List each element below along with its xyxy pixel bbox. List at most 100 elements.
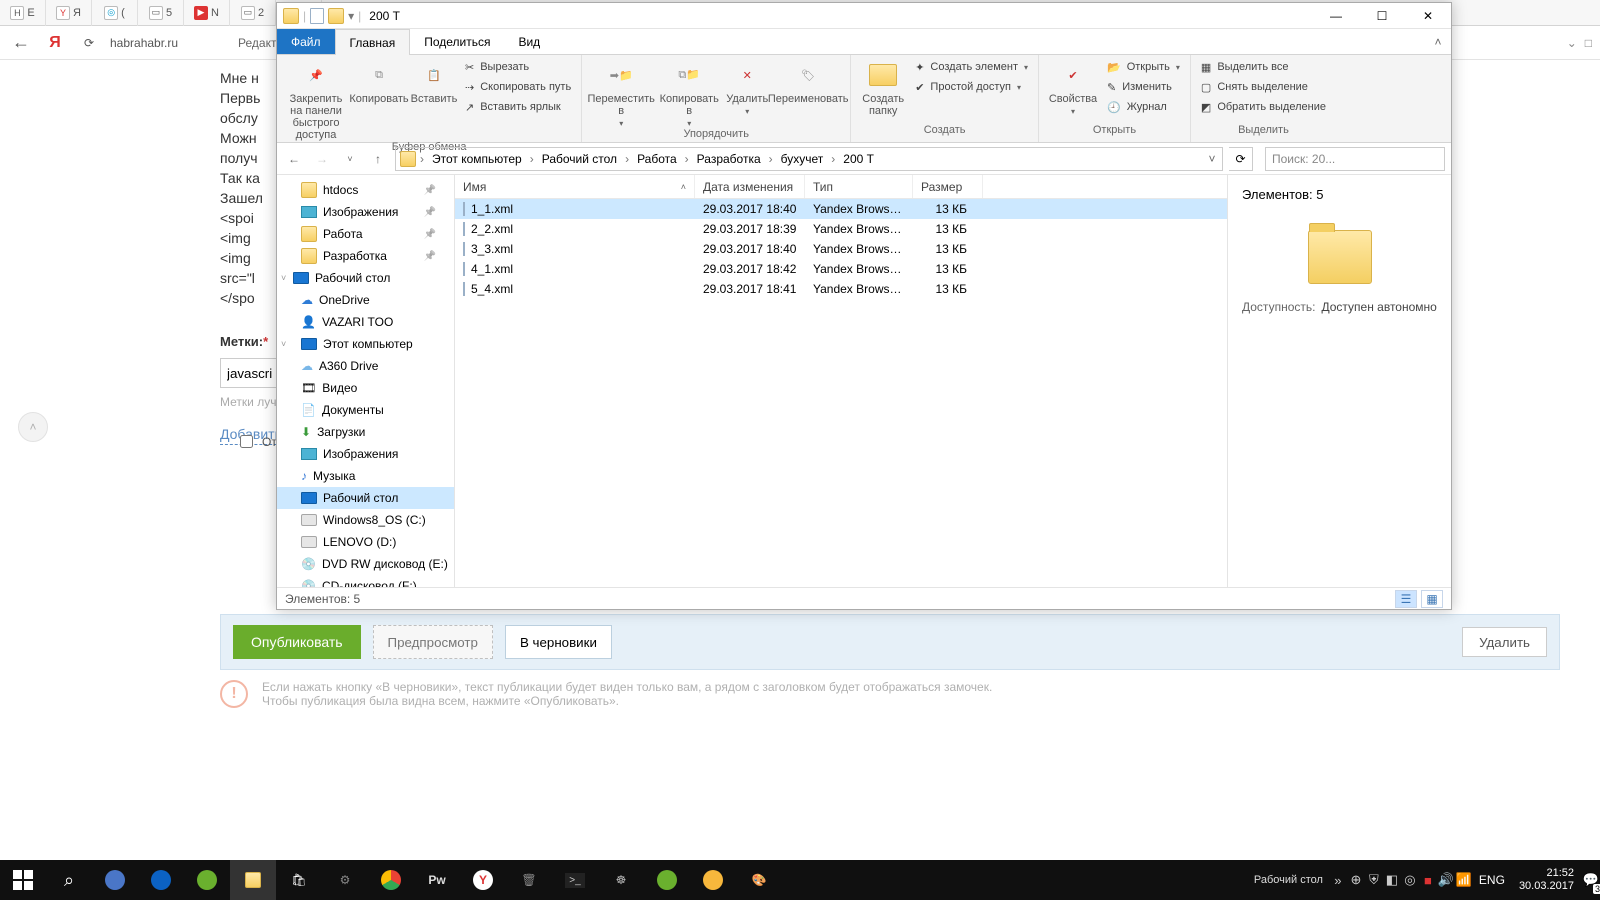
taskbar-explorer[interactable] <box>230 860 276 900</box>
taskbar-app-13[interactable] <box>690 860 736 900</box>
breadcrumb-item[interactable]: Разработка <box>693 152 765 166</box>
properties-button[interactable]: ✔Свойства▾ <box>1045 57 1101 116</box>
cut-button[interactable]: ✂Вырезать <box>461 57 575 77</box>
taskbar-app-1[interactable] <box>92 860 138 900</box>
ribbon-tab-home[interactable]: Главная <box>335 29 411 55</box>
navpane-item[interactable]: 📄Документы <box>277 399 454 421</box>
browser-tab-0[interactable]: HЕ <box>0 0 46 26</box>
search-button[interactable]: ⌕ <box>46 860 92 900</box>
delete-button[interactable]: ✕Удалить▾ <box>724 57 770 116</box>
tray-overflow-button[interactable]: » <box>1329 860 1347 900</box>
taskbar-app-5[interactable]: ⚙ <box>322 860 368 900</box>
publish-button[interactable]: Опубликовать <box>233 625 361 659</box>
taskbar-yandex[interactable]: Y <box>460 860 506 900</box>
ribbon-tab-view[interactable]: Вид <box>504 29 554 54</box>
navpane-item[interactable]: ♪Музыка <box>277 465 454 487</box>
paste-button[interactable]: 📋Вставить <box>409 57 459 105</box>
start-button[interactable] <box>0 860 46 900</box>
history-button[interactable]: 🕘Журнал <box>1103 97 1184 117</box>
tray-icon[interactable]: ⊕ <box>1347 860 1365 900</box>
copy-path-button[interactable]: ⇢Скопировать путь <box>461 77 575 97</box>
scroll-to-top-button[interactable]: ˄ <box>18 412 48 442</box>
column-name[interactable]: Имя <box>455 175 695 198</box>
taskbar-clock[interactable]: 21:52 30.03.2017 <box>1511 867 1582 893</box>
browser-back-button[interactable]: ← <box>8 30 34 56</box>
navpane-item[interactable]: Изображения <box>277 201 454 223</box>
navpane-item[interactable]: ☁A360 Drive <box>277 355 454 377</box>
navpane-item[interactable]: ☁OneDrive <box>277 289 454 311</box>
browser-tab-1[interactable]: YЯ <box>46 0 92 26</box>
nav-back-button[interactable]: ← <box>283 148 305 170</box>
ribbon-tab-file[interactable]: Файл <box>277 29 335 54</box>
preview-button[interactable]: Предпросмотр <box>373 625 493 659</box>
navpane-item[interactable]: Рабочий стол <box>277 487 454 509</box>
column-type[interactable]: Тип <box>805 175 913 198</box>
close-button[interactable]: ✕ <box>1405 3 1451 29</box>
address-text[interactable]: habrahabr.ru <box>110 36 230 50</box>
tray-icon[interactable]: ◎ <box>1401 860 1419 900</box>
search-input[interactable]: Поиск: 20... <box>1265 147 1445 171</box>
edit-button[interactable]: ✎Изменить <box>1103 77 1184 97</box>
taskbar-store[interactable]: 🛍 <box>276 860 322 900</box>
draft-button[interactable]: В черновики <box>505 625 612 659</box>
navpane-item[interactable]: ˅Рабочий стол <box>277 267 454 289</box>
notifications-button[interactable]: 💬3 <box>1582 860 1600 900</box>
select-all-button[interactable]: ▦Выделить все <box>1197 57 1330 77</box>
taskbar-app-9[interactable]: 🗑 <box>506 860 552 900</box>
navigation-pane[interactable]: htdocsИзображенияРаботаРазработка˅Рабочи… <box>277 175 455 587</box>
taskbar-label[interactable]: Рабочий стол <box>1248 874 1329 886</box>
navpane-item[interactable]: 🎞Видео <box>277 377 454 399</box>
open-button[interactable]: 📂Открыть▾ <box>1103 57 1184 77</box>
taskbar-paint[interactable]: 🎨 <box>736 860 782 900</box>
browser-tab-5[interactable]: ▭2 <box>230 0 276 26</box>
navpane-item[interactable]: LENOVO (D:) <box>277 531 454 553</box>
copy-button[interactable]: ⧉Копировать <box>351 57 407 105</box>
invert-selection-button[interactable]: ◩Обратить выделение <box>1197 97 1330 117</box>
file-row[interactable]: 1_1.xml29.03.2017 18:40Yandex Browser X.… <box>455 199 1227 219</box>
file-row[interactable]: 4_1.xml29.03.2017 18:42Yandex Browser X.… <box>455 259 1227 279</box>
reload-button[interactable]: ⟳ <box>76 30 102 56</box>
language-indicator[interactable]: ENG <box>1473 873 1511 887</box>
minimize-button[interactable]: — <box>1313 3 1359 29</box>
browser-tab-4[interactable]: ▶N <box>184 0 230 26</box>
taskbar-edge[interactable] <box>138 860 184 900</box>
breadcrumb-dropdown-icon[interactable]: ˅ <box>1202 152 1222 166</box>
new-item-button[interactable]: ✦Создать элемент▾ <box>911 57 1032 77</box>
breadcrumb-item[interactable]: Рабочий стол <box>538 152 621 166</box>
navpane-item[interactable]: ˅Этот компьютер <box>277 333 454 355</box>
taskbar-chrome[interactable] <box>368 860 414 900</box>
maximize-button[interactable]: ☐ <box>1359 3 1405 29</box>
nav-history-dropdown[interactable]: ˅ <box>339 148 361 170</box>
browser-dropdown-icon[interactable]: ⌄ <box>1567 36 1577 50</box>
select-none-button[interactable]: ▢Снять выделение <box>1197 77 1330 97</box>
breadcrumb-item[interactable]: 200 Т <box>839 152 878 166</box>
taskbar-app-3[interactable] <box>184 860 230 900</box>
tray-icon[interactable]: ■ <box>1419 860 1437 900</box>
nav-up-button[interactable]: ↑ <box>367 148 389 170</box>
navpane-item[interactable]: htdocs <box>277 179 454 201</box>
tray-wifi-icon[interactable]: 📶 <box>1455 860 1473 900</box>
ribbon-collapse-button[interactable]: ˄ <box>1425 29 1451 54</box>
taskbar-terminal[interactable]: >_ <box>552 860 598 900</box>
offtopic-checkbox[interactable] <box>240 435 253 448</box>
file-row[interactable]: 3_3.xml29.03.2017 18:40Yandex Browser X.… <box>455 239 1227 259</box>
browser-tab-2[interactable]: ◎( <box>92 0 138 26</box>
new-folder-button[interactable]: Создать папку <box>857 57 909 117</box>
paste-shortcut-button[interactable]: ↗Вставить ярлык <box>461 97 575 117</box>
browser-tab-3[interactable]: ▭5 <box>138 0 184 26</box>
qat-dropdown-icon[interactable]: ▾ <box>348 9 354 23</box>
tray-volume-icon[interactable]: 🔊 <box>1437 860 1455 900</box>
tray-defender-icon[interactable]: ⛨ <box>1365 860 1383 900</box>
navpane-item[interactable]: ⬇Загрузки <box>277 421 454 443</box>
column-date[interactable]: Дата изменения <box>695 175 805 198</box>
navpane-item[interactable]: 💿CD-дисковод (F:) <box>277 575 454 587</box>
navpane-item[interactable]: 👤VAZARI TOO <box>277 311 454 333</box>
breadcrumb-item[interactable]: Этот компьютер <box>428 152 526 166</box>
rename-button[interactable]: 🏷Переименовать <box>772 57 844 105</box>
nav-forward-button[interactable]: → <box>311 148 333 170</box>
pin-to-quick-access-button[interactable]: 📌Закрепить на панели быстрого доступа <box>283 57 349 141</box>
copy-to-button[interactable]: ⧉📁Копировать в▾ <box>656 57 722 128</box>
navpane-item[interactable]: 💿DVD RW дисковод (E:) <box>277 553 454 575</box>
delete-post-button[interactable]: Удалить <box>1462 627 1547 657</box>
view-icons-button[interactable]: ▦ <box>1421 590 1443 608</box>
